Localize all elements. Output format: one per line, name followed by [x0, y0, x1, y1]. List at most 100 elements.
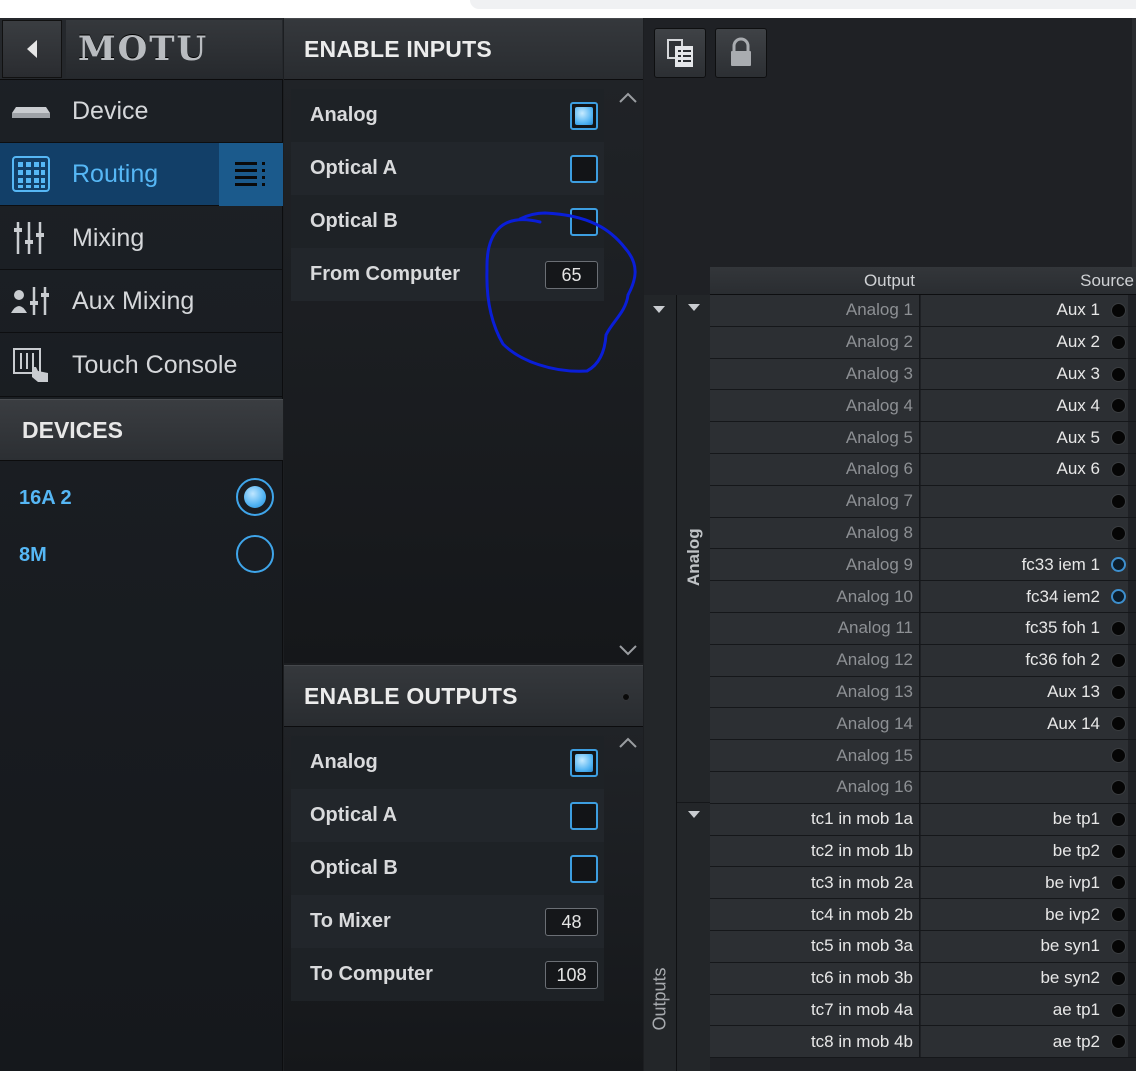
routing-row[interactable]: Analog 10 fc34 iem2 [710, 581, 1136, 613]
input-option-optical-a[interactable]: Optical A [291, 142, 604, 195]
scroll-up-icon[interactable] [617, 90, 639, 106]
checkbox[interactable] [570, 208, 598, 236]
source-cell[interactable]: be ivp1 [921, 867, 1128, 899]
source-status-dot[interactable] [1111, 1002, 1126, 1018]
nav-item-device[interactable]: Device [0, 80, 283, 143]
routing-row[interactable]: tc2 in mob 1b be tp2 [710, 835, 1136, 868]
routing-row[interactable]: Analog 5 Aux 5 [710, 422, 1136, 454]
routing-row[interactable]: Analog 7 [710, 485, 1136, 518]
collapse-triangle-icon[interactable] [652, 305, 666, 314]
routing-row[interactable]: tc4 in mob 2b be ivp2 [710, 899, 1136, 931]
routing-row[interactable]: tc8 in mob 4b ae tp2 [710, 1026, 1136, 1059]
input-option-analog[interactable]: Analog [291, 89, 604, 142]
scroll-down-icon[interactable] [617, 642, 639, 658]
source-cell[interactable]: Aux 2 [921, 326, 1128, 358]
device-radio[interactable] [236, 535, 274, 573]
source-cell[interactable]: be tp1 [921, 803, 1128, 835]
routing-row[interactable]: Analog 6 Aux 6 [710, 454, 1136, 486]
device-item[interactable]: 16A 2 [0, 472, 283, 524]
source-status-dot[interactable] [1111, 970, 1126, 986]
routing-row[interactable]: tc3 in mob 2a be ivp1 [710, 867, 1136, 900]
source-cell[interactable] [921, 740, 1128, 771]
source-cell[interactable]: be syn1 [921, 931, 1128, 962]
copy-list-button[interactable] [654, 28, 706, 78]
output-option-to-computer[interactable]: To Computer 108 [291, 948, 604, 1001]
source-status-dot[interactable] [1111, 303, 1126, 318]
source-cell[interactable] [921, 772, 1128, 803]
routing-row[interactable]: Analog 9 fc33 iem 1 [710, 549, 1136, 582]
source-status-dot[interactable] [1111, 334, 1126, 350]
output-option-analog[interactable]: Analog [291, 736, 604, 789]
source-cell[interactable]: Aux 14 [921, 708, 1128, 740]
routing-row[interactable]: tc7 in mob 4a ae tp1 [710, 994, 1136, 1027]
source-cell[interactable] [921, 485, 1128, 517]
output-option-to-mixer[interactable]: To Mixer 48 [291, 895, 604, 948]
source-cell[interactable]: fc34 iem2 [921, 581, 1128, 612]
checkbox[interactable] [570, 802, 598, 830]
routing-row[interactable]: Analog 14 Aux 14 [710, 708, 1136, 741]
source-cell[interactable]: Aux 1 [921, 295, 1128, 326]
routing-row[interactable]: Analog 4 Aux 4 [710, 390, 1136, 423]
source-status-dot[interactable] [1111, 621, 1126, 636]
device-radio-selected[interactable] [236, 478, 274, 516]
source-status-dot[interactable] [1111, 493, 1126, 509]
checkbox[interactable] [570, 855, 598, 883]
routing-list-menu-button[interactable] [219, 143, 283, 206]
scrollbar[interactable] [1132, 18, 1136, 268]
routing-row[interactable]: Analog 11 fc35 foh 1 [710, 613, 1136, 645]
source-cell[interactable]: be ivp2 [921, 899, 1128, 930]
collapse-triangle-icon[interactable] [687, 810, 701, 819]
output-option-optical-a[interactable]: Optical A [291, 789, 604, 842]
source-cell[interactable]: ae tp1 [921, 994, 1128, 1026]
device-item[interactable]: 8M [0, 529, 283, 581]
source-cell[interactable]: Aux 6 [921, 454, 1128, 485]
source-cell[interactable]: Aux 3 [921, 358, 1128, 390]
routing-row[interactable]: tc5 in mob 3a be syn1 [710, 931, 1136, 963]
channel-count-field[interactable]: 48 [545, 908, 598, 936]
channel-count-field[interactable]: 65 [545, 261, 598, 289]
input-option-optical-b[interactable]: Optical B [291, 195, 604, 248]
source-cell[interactable]: fc35 foh 1 [921, 613, 1128, 644]
source-status-dot[interactable] [1111, 684, 1126, 700]
nav-item-touch-console[interactable]: Touch Console [0, 334, 283, 397]
routing-row[interactable]: Analog 12 fc36 foh 2 [710, 644, 1136, 677]
source-status-dot[interactable] [1111, 525, 1126, 541]
source-status-dot[interactable] [1111, 652, 1126, 668]
scroll-up-icon[interactable] [617, 735, 639, 751]
lock-button[interactable] [715, 28, 767, 78]
routing-row[interactable]: tc6 in mob 3b be syn2 [710, 962, 1136, 995]
collapse-triangle-icon[interactable] [687, 303, 701, 312]
source-cell[interactable]: Aux 4 [921, 390, 1128, 422]
routing-row[interactable]: Analog 15 [710, 740, 1136, 772]
source-cell[interactable]: fc36 foh 2 [921, 644, 1128, 676]
nav-item-mixing[interactable]: Mixing [0, 207, 283, 270]
source-status-dot[interactable] [1111, 780, 1126, 795]
routing-row[interactable]: Analog 8 [710, 517, 1136, 550]
source-cell[interactable]: Aux 13 [921, 676, 1128, 708]
routing-row[interactable]: Analog 13 Aux 13 [710, 676, 1136, 709]
routing-row[interactable]: Analog 1 Aux 1 [710, 295, 1136, 327]
source-cell[interactable]: Aux 5 [921, 422, 1128, 453]
source-cell[interactable]: fc33 iem 1 [921, 549, 1128, 581]
source-status-dot[interactable] [1111, 366, 1126, 382]
routing-row[interactable]: Analog 2 Aux 2 [710, 326, 1136, 359]
channel-count-field[interactable]: 108 [545, 961, 598, 989]
source-cell[interactable]: ae tp2 [921, 1026, 1128, 1058]
source-status-dot[interactable] [1111, 843, 1126, 859]
routing-row[interactable]: Analog 16 [710, 772, 1136, 804]
checkbox-checked[interactable] [570, 102, 598, 130]
source-cell[interactable] [921, 517, 1128, 549]
checkbox[interactable] [570, 155, 598, 183]
nav-item-routing[interactable]: Routing [0, 143, 283, 206]
routing-row[interactable]: tc1 in mob 1a be tp1 [710, 803, 1136, 836]
source-cell[interactable]: be tp2 [921, 835, 1128, 867]
back-button[interactable] [2, 20, 62, 78]
routing-row[interactable]: Analog 3 Aux 3 [710, 358, 1136, 391]
source-status-dot[interactable] [1111, 462, 1126, 477]
output-option-optical-b[interactable]: Optical B [291, 842, 604, 895]
source-status-dot[interactable] [1111, 811, 1126, 827]
source-cell[interactable]: be syn2 [921, 962, 1128, 994]
input-option-from-computer[interactable]: From Computer 65 [291, 248, 604, 301]
nav-item-aux-mixing[interactable]: Aux Mixing [0, 270, 283, 333]
checkbox-checked[interactable] [570, 749, 598, 777]
